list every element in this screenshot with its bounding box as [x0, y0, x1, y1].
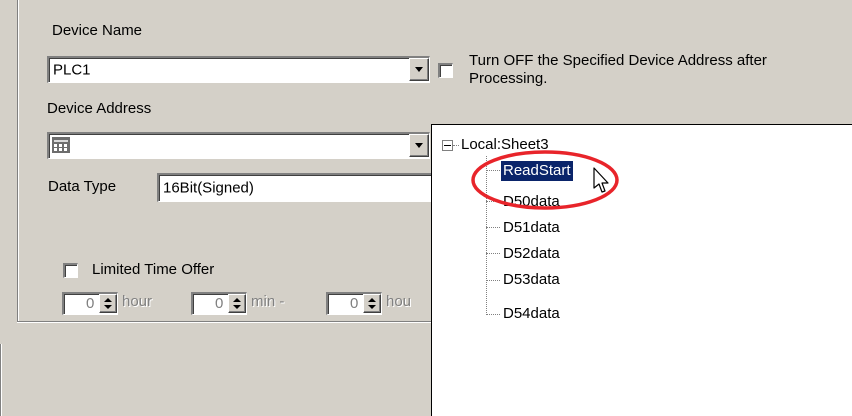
hour-spinner: 0	[62, 292, 118, 315]
tree-item-label: D51data	[503, 219, 560, 236]
device-address-dropdown-button[interactable]	[409, 134, 429, 157]
device-name-label: Device Name	[52, 22, 143, 39]
hour2-spinner-buttons	[363, 294, 381, 313]
tree-item-d52data[interactable]: D52data	[503, 245, 560, 262]
tree-popup[interactable]: Local:Sheet3 ReadStart D50data D51data D…	[431, 124, 852, 416]
turn-off-checkbox[interactable]	[438, 63, 453, 78]
data-type-label: Data Type	[48, 178, 117, 195]
device-name-select[interactable]: PLC1	[47, 56, 430, 83]
device-name-dropdown-button[interactable]	[409, 58, 429, 81]
limited-time-checkbox[interactable]	[63, 263, 78, 278]
min-spinner-buttons	[228, 294, 246, 313]
tree-item-label: D54data	[503, 305, 560, 322]
device-name-value: PLC1	[53, 61, 91, 79]
chevron-down-icon	[415, 143, 423, 148]
tree-item-label: D53data	[503, 271, 560, 288]
dialog-panel: Device Name PLC1 Turn OFF the Specified …	[0, 0, 852, 416]
hour2-spinner-value: 0	[350, 295, 359, 312]
hour-spinner-buttons	[99, 294, 117, 313]
tree-item-d54data[interactable]: D54data	[503, 305, 560, 322]
device-address-label: Device Address	[47, 100, 152, 117]
tree-item-d53data[interactable]: D53data	[503, 271, 560, 288]
hour2-unit-label: hou	[386, 293, 412, 310]
tree-item-d51data[interactable]: D51data	[503, 219, 560, 236]
mouse-cursor-icon	[593, 167, 609, 193]
limited-time-label: Limited Time Offer	[92, 261, 215, 278]
spin-arrows-icon	[104, 298, 112, 309]
spin-arrows-icon	[368, 298, 376, 309]
turn-off-label-line1: Turn OFF the Specified Device Address af…	[469, 52, 767, 69]
lower-left-edge-highlight	[1, 344, 2, 416]
frame-left-edge-highlight	[18, 0, 19, 322]
chevron-down-icon	[415, 67, 423, 72]
hour2-spinner: 0	[326, 292, 382, 315]
device-address-select[interactable]	[47, 132, 430, 159]
min-spinner-value: 0	[215, 295, 224, 312]
collapse-icon[interactable]	[442, 140, 453, 151]
turn-off-label-line2: Processing.	[469, 70, 548, 87]
data-type-value: 16Bit(Signed)	[163, 179, 254, 197]
hour-spinner-value: 0	[86, 295, 95, 312]
frame-bottom-edge-highlight	[17, 322, 432, 323]
min-spinner: 0	[191, 292, 247, 315]
tree-item-label: D52data	[503, 245, 560, 262]
hour-unit-label: hour	[122, 293, 153, 310]
min-unit-label: min -	[251, 293, 285, 310]
keypad-icon[interactable]	[52, 137, 70, 153]
data-type-field[interactable]: 16Bit(Signed)	[157, 173, 432, 202]
spin-arrows-icon	[233, 298, 241, 309]
